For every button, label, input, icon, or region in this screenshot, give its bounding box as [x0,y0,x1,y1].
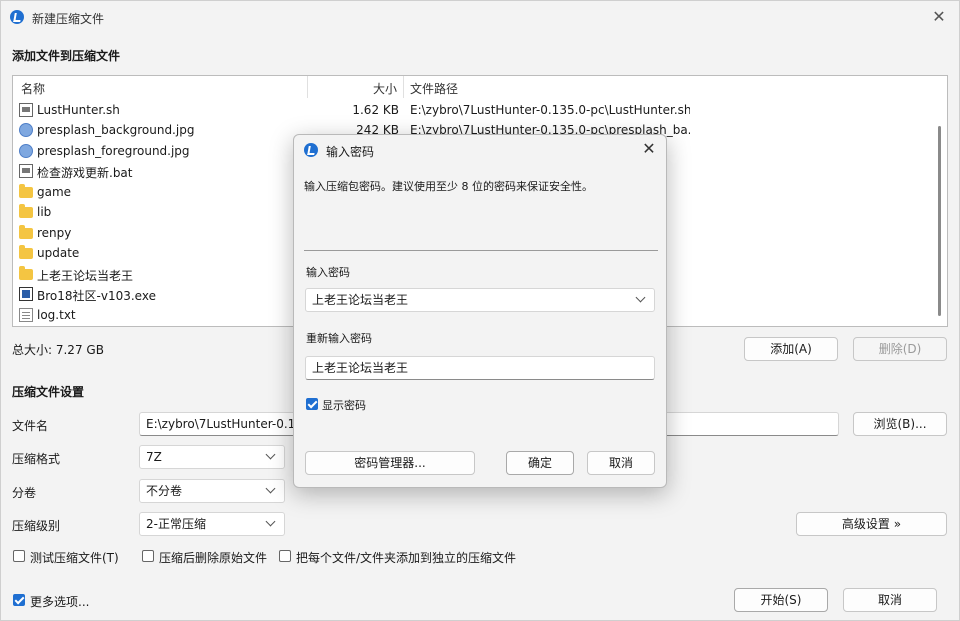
txt-icon [19,308,33,322]
dialog-description: 输入压缩包密码。建议使用至少 8 位的密码来保证安全性。 [304,180,593,193]
app-icon [10,10,24,24]
file-row[interactable]: LustHunter.sh 1.62 KB E:\zybro\7LustHunt… [13,100,933,120]
show-password-label[interactable]: 显示密码 [322,397,366,413]
folder-icon [19,245,33,259]
file-name: log.txt [37,308,76,322]
total-size: 总大小: 7.27 GB [12,343,104,357]
file-name: Bro18社区-v103.exe [37,289,156,303]
file-name: game [37,185,72,199]
advanced-settings-button[interactable]: 高级设置 » [796,512,947,536]
reenter-password-label: 重新输入密码 [306,332,372,345]
dialog-cancel-button[interactable]: 取消 [587,451,655,475]
dialog-divider [304,250,658,251]
volume-label: 分卷 [12,486,37,500]
chevron-down-icon [264,449,278,463]
password-manager-button[interactable]: 密码管理器... [305,451,475,475]
file-name: renpy [37,226,72,240]
show-password-checkbox[interactable] [306,398,318,410]
file-icon [19,164,33,178]
dialog-title: 输入密码 [326,145,375,159]
title-bar: 新建压缩文件 ✕ [1,1,959,35]
delete-source-checkbox[interactable] [142,550,154,562]
password-input[interactable]: 上老王论坛当老王 [305,288,655,312]
file-size: 1.62 KB [352,103,399,117]
format-label: 压缩格式 [12,452,61,466]
file-name: LustHunter.sh [37,103,120,117]
start-button[interactable]: 开始(S) [734,588,828,612]
dialog-ok-button[interactable]: 确定 [506,451,574,475]
file-list-header: 名称 大小 文件路径 [13,76,947,98]
exe-icon [19,287,33,301]
test-archive-checkbox[interactable] [13,550,25,562]
file-name: 检查游戏更新.bat [37,166,133,180]
volume-value: 不分卷 [146,484,183,498]
chevron-down-icon [264,483,278,497]
column-header-size[interactable]: 大小 [373,80,397,97]
add-button[interactable]: 添加(A) [744,337,838,361]
file-name: update [37,246,80,260]
delete-button[interactable]: 删除(D) [853,337,947,361]
file-list-scrollbar[interactable] [938,126,941,316]
level-select[interactable]: 2-正常压缩 [139,512,285,536]
level-label: 压缩级别 [12,519,61,533]
window-title: 新建压缩文件 [32,12,105,26]
chevron-down-icon [264,516,278,530]
file-name: lib [37,205,52,219]
chevron-down-icon[interactable] [634,292,648,306]
password-label: 输入密码 [306,266,350,279]
file-name: presplash_foreground.jpg [37,144,190,158]
column-header-path[interactable]: 文件路径 [410,80,458,97]
dialog-app-icon [304,143,318,157]
folder-icon [19,184,33,198]
file-path: E:\zybro\7LustHunter-0.135.0-pc\LustHunt… [410,103,690,117]
delete-source-label[interactable]: 压缩后删除原始文件 [159,549,267,566]
more-options-checkbox[interactable] [13,594,25,606]
window-close-icon[interactable]: ✕ [929,7,949,27]
column-divider[interactable] [307,76,308,98]
settings-section-title: 压缩文件设置 [12,385,85,399]
column-divider[interactable] [403,76,404,98]
file-name: presplash_background.jpg [37,123,195,137]
image-icon [19,144,33,158]
level-value: 2-正常压缩 [146,517,206,531]
image-icon [19,123,33,137]
separate-archives-checkbox[interactable] [279,550,291,562]
volume-select[interactable]: 不分卷 [139,479,285,503]
column-header-name[interactable]: 名称 [21,80,45,97]
separate-archives-label[interactable]: 把每个文件/文件夹添加到独立的压缩文件 [296,549,516,566]
file-name: 上老王论坛当老王 [37,269,134,283]
browse-button[interactable]: 浏览(B)... [853,412,947,436]
filename-label: 文件名 [12,419,49,433]
file-icon [19,103,33,117]
files-section-title: 添加文件到压缩文件 [12,49,121,63]
folder-icon [19,204,33,218]
format-select[interactable]: 7Z [139,445,285,469]
format-value: 7Z [146,450,162,464]
password-dialog: 输入密码 ✕ 输入压缩包密码。建议使用至少 8 位的密码来保证安全性。 输入密码… [293,134,667,488]
more-options-label[interactable]: 更多选项... [30,593,89,610]
cancel-button[interactable]: 取消 [843,588,937,612]
dialog-close-icon[interactable]: ✕ [640,140,658,158]
reenter-password-input[interactable]: 上老王论坛当老王 [305,356,655,380]
folder-icon [19,266,33,280]
test-archive-label[interactable]: 测试压缩文件(T) [30,549,119,566]
folder-icon [19,225,33,239]
password-value: 上老王论坛当老王 [312,293,409,307]
